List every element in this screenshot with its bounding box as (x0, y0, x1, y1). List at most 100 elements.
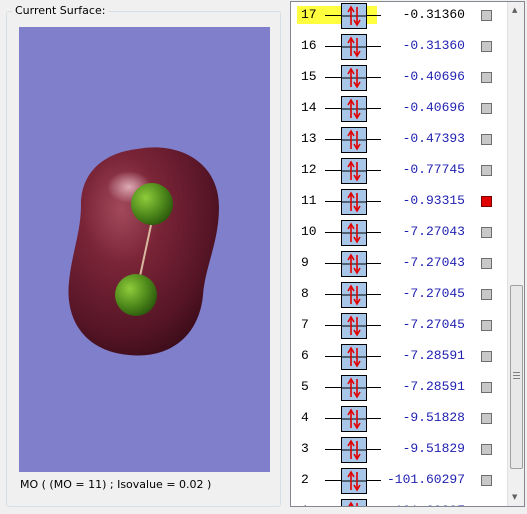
mo-index: 2 (301, 472, 309, 487)
level-line (325, 139, 341, 140)
mo-visible-marker[interactable] (481, 475, 492, 486)
level-line (367, 46, 381, 47)
spin-pair-arrows-icon (341, 437, 367, 463)
mo-visible-marker[interactable] (481, 289, 492, 300)
mo-visible-marker[interactable] (481, 413, 492, 424)
mo-index: 7 (301, 317, 309, 332)
mo-energy: -7.28591 (402, 379, 465, 394)
mo-energy: -101.60297 (383, 502, 465, 506)
mo-list-panel[interactable]: 17 -0.31360 16 -0.31360 15 -0.40696 14 -0.40696… (290, 1, 525, 507)
mo-energy: -0.77745 (402, 162, 465, 177)
level-line (367, 449, 381, 450)
mo-index: 16 (301, 38, 317, 53)
mo-visible-marker[interactable] (481, 103, 492, 114)
mo-index: 10 (301, 224, 317, 239)
mo-energy: -101.60297 (386, 472, 465, 487)
mo-row[interactable]: 16 -0.31360 (291, 33, 510, 64)
mo-index: 13 (301, 131, 317, 146)
mo-row[interactable]: 15 -0.40696 (291, 64, 510, 95)
mo-row[interactable]: 14 -0.40696 (291, 95, 510, 126)
mo-visible-marker[interactable] (481, 444, 492, 455)
mo-row[interactable]: 12 -0.77745 (291, 157, 510, 188)
level-line (325, 356, 341, 357)
spin-pair-arrows-icon (341, 344, 367, 370)
spin-pair-arrows-icon (341, 313, 367, 339)
vertical-scrollbar[interactable]: ▲ ▼ (507, 2, 524, 506)
molecule-3d-viewport[interactable] (19, 27, 270, 472)
mo-row[interactable]: 4 -9.51828 (291, 405, 510, 436)
level-line (325, 46, 341, 47)
level-line (325, 170, 341, 171)
level-line (367, 263, 381, 264)
mo-index: 9 (301, 255, 309, 270)
spin-pair-arrows-icon (341, 468, 367, 494)
mo-energy: -0.40696 (402, 100, 465, 115)
mo-visible-marker[interactable] (481, 351, 492, 362)
spin-pair-arrows-icon (341, 220, 367, 246)
mo-row[interactable]: 13 -0.47393 (291, 126, 510, 157)
mo-index: 15 (301, 69, 317, 84)
spin-pair-arrows-icon (341, 96, 367, 122)
grip-line (513, 378, 520, 379)
mo-index: 6 (301, 348, 309, 363)
mo-row[interactable]: 1 -101.60297 (291, 498, 510, 507)
level-line (325, 294, 341, 295)
level-line (367, 201, 381, 202)
mo-row[interactable]: 2 -101.60297 (291, 467, 510, 498)
level-line (325, 201, 341, 202)
mo-visible-marker[interactable] (481, 134, 492, 145)
mo-row[interactable]: 7 -7.27045 (291, 312, 510, 343)
mo-visible-marker[interactable] (481, 320, 492, 331)
mo-row[interactable]: 8 -7.27045 (291, 281, 510, 312)
level-line (367, 139, 381, 140)
mo-visible-marker[interactable] (481, 258, 492, 269)
mo-energy: -7.28591 (402, 348, 465, 363)
mo-energy: -9.51828 (402, 410, 465, 425)
mo-visible-marker[interactable] (481, 506, 492, 507)
surface-status-text: MO ( (MO = 11) ; Isovalue = 0.02 ) (20, 478, 212, 491)
level-line (325, 108, 341, 109)
level-line (325, 480, 341, 481)
mo-row[interactable]: 11 -0.93315 (291, 188, 510, 219)
level-line (325, 387, 341, 388)
spin-pair-arrows-icon (341, 34, 367, 60)
mo-visible-marker[interactable] (481, 382, 492, 393)
mo-visible-marker[interactable] (481, 165, 492, 176)
spin-pair-arrows-icon (341, 251, 367, 277)
scroll-thumb[interactable] (510, 285, 523, 469)
level-line (325, 449, 341, 450)
spin-pair-arrows-icon (341, 65, 367, 91)
spin-pair-arrows-icon (341, 282, 367, 308)
level-line (367, 15, 381, 16)
scroll-up-button[interactable]: ▲ (508, 2, 524, 19)
mo-visible-marker[interactable] (481, 41, 492, 52)
mo-energy: -0.31360 (402, 38, 465, 53)
arrow-down-icon: ▼ (512, 493, 518, 501)
level-line (367, 170, 381, 171)
spin-pair-arrows-icon (341, 499, 367, 506)
level-line (367, 387, 381, 388)
level-line (325, 325, 341, 326)
mo-visible-marker[interactable] (481, 10, 492, 21)
spin-pair-arrows-icon (341, 3, 367, 29)
level-line (325, 15, 341, 16)
atom-bottom (115, 274, 157, 316)
scroll-down-button[interactable]: ▼ (508, 489, 524, 506)
mo-visible-marker-selected[interactable] (481, 196, 492, 207)
mo-row[interactable]: 17 -0.31360 (291, 2, 510, 33)
spin-pair-arrows-icon (341, 375, 367, 401)
mo-visible-marker[interactable] (481, 72, 492, 83)
mo-row[interactable]: 3 -9.51829 (291, 436, 510, 467)
grip-line (513, 375, 520, 376)
mo-row[interactable]: 6 -7.28591 (291, 343, 510, 374)
level-line (367, 480, 381, 481)
mo-row[interactable]: 5 -7.28591 (291, 374, 510, 405)
grip-line (513, 372, 520, 373)
spin-pair-arrows-icon (341, 406, 367, 432)
mo-index: 14 (301, 100, 317, 115)
mo-row[interactable]: 10 -7.27043 (291, 219, 510, 250)
mo-energy: -0.47393 (402, 131, 465, 146)
mo-visible-marker[interactable] (481, 227, 492, 238)
level-line (325, 77, 341, 78)
mo-row[interactable]: 9 -7.27043 (291, 250, 510, 281)
